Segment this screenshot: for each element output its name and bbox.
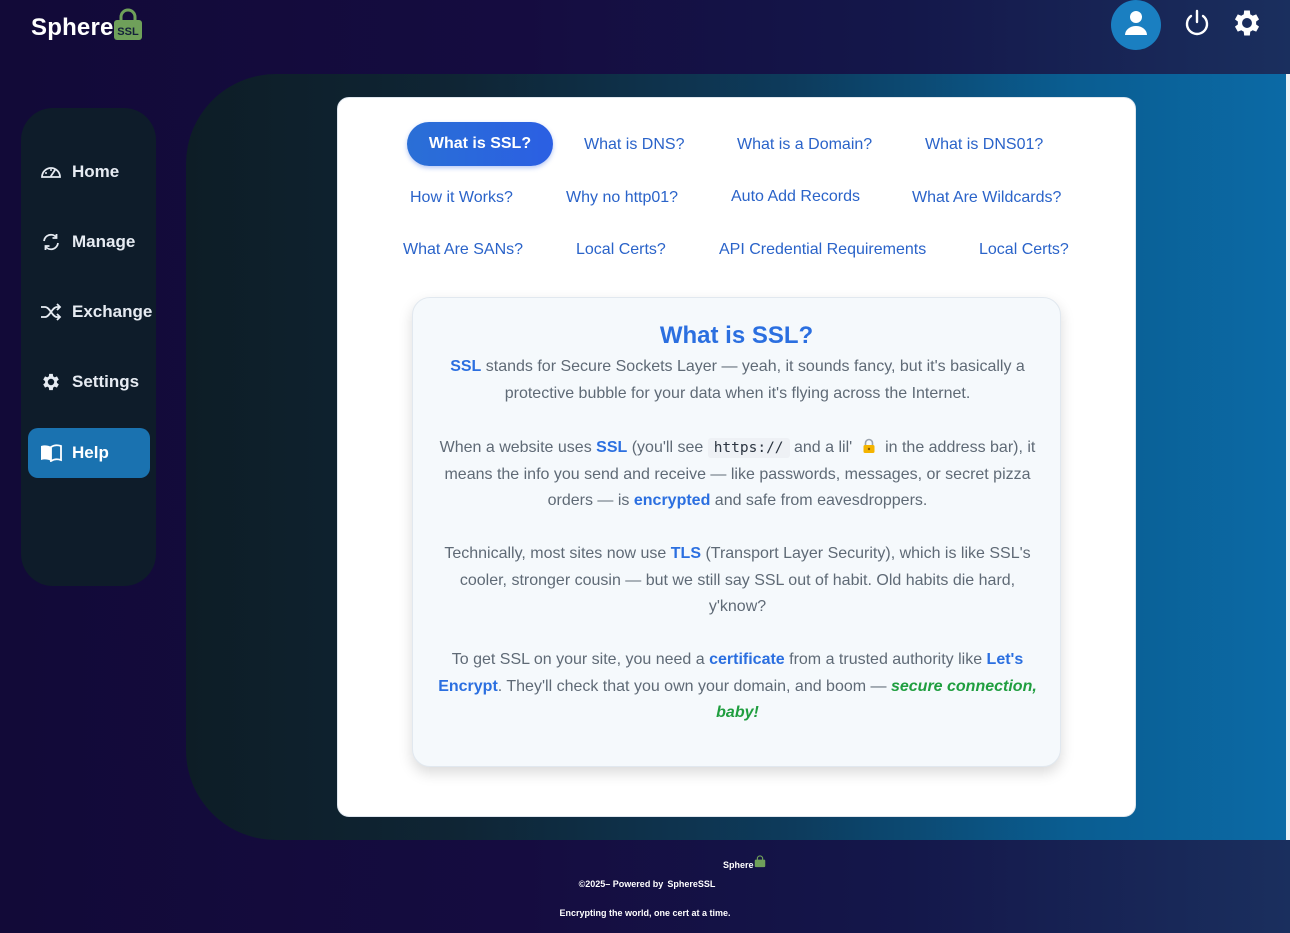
app-logo[interactable]: Sphere SSL xyxy=(31,8,142,40)
tab-why-no-http01[interactable]: Why no http01? xyxy=(566,189,678,207)
sidebar-item-home[interactable]: Home xyxy=(28,147,150,197)
shuffle-icon xyxy=(40,301,62,323)
logo-text: Sphere xyxy=(31,14,114,41)
logo-badge: SSL xyxy=(117,26,139,38)
tab-auto-add-records[interactable]: Auto Add Records xyxy=(731,188,860,206)
tab-api-credential-requirements[interactable]: API Credential Requirements xyxy=(719,241,926,259)
sidebar-item-label: Manage xyxy=(72,232,136,251)
sidebar-item-label: Settings xyxy=(72,372,140,391)
sidebar-item-manage[interactable]: Manage xyxy=(28,217,150,267)
code-https: https:// xyxy=(707,438,790,458)
paragraph-certificate: To get SSL on your site, you need a cert… xyxy=(438,651,1037,721)
logout-button[interactable] xyxy=(1182,8,1212,38)
footer-copyright: ©2025– Powered by SphereSSL xyxy=(578,879,716,889)
paragraph-ssl-usage: When a website uses SSL (you'll see http… xyxy=(439,437,1036,509)
paragraph-ssl-intro: SSL stands for Secure Sockets Layer — ye… xyxy=(450,358,1025,402)
scrollbar-track[interactable] xyxy=(1286,74,1290,840)
user-profile-button[interactable] xyxy=(1111,0,1161,50)
lock-icon: SSL xyxy=(112,8,142,40)
tab-what-are-sans[interactable]: What Are SANs? xyxy=(403,241,523,259)
help-content: What is SSL? SSL stands for Secure Socke… xyxy=(412,297,1061,767)
lock-emoji-icon xyxy=(861,437,877,453)
book-icon xyxy=(40,442,62,464)
help-card: What is SSL? What is DNS? What is a Doma… xyxy=(337,97,1136,817)
user-icon xyxy=(1124,10,1148,41)
header: Sphere SSL xyxy=(0,0,1290,74)
sidebar-item-settings[interactable]: Settings xyxy=(28,357,150,407)
gear-icon xyxy=(1230,10,1264,44)
sidebar-item-label: Home xyxy=(72,162,120,181)
footer-logo: Sphere xyxy=(723,855,766,870)
tab-what-is-dns01[interactable]: What is DNS01? xyxy=(925,136,1043,154)
tab-local-certs-2[interactable]: Local Certs? xyxy=(979,241,1069,259)
tab-how-it-works[interactable]: How it Works? xyxy=(410,189,513,207)
tab-what-is-a-domain[interactable]: What is a Domain? xyxy=(737,136,872,154)
tab-what-are-wildcards[interactable]: What Are Wildcards? xyxy=(912,189,1061,207)
lock-icon xyxy=(754,855,766,870)
paragraph-tls: Technically, most sites now use TLS (Tra… xyxy=(444,545,1031,615)
footer-tagline: Encrypting the world, one cert at a time… xyxy=(559,908,731,918)
refresh-icon xyxy=(40,231,62,253)
tab-local-certs[interactable]: Local Certs? xyxy=(576,241,666,259)
tab-what-is-dns[interactable]: What is DNS? xyxy=(584,136,684,154)
sidebar-item-help[interactable]: Help xyxy=(28,428,150,478)
dashboard-icon xyxy=(40,161,62,183)
power-icon xyxy=(1182,9,1212,42)
tab-what-is-ssl[interactable]: What is SSL? xyxy=(407,122,553,166)
sidebar-item-label: Exchange xyxy=(72,302,153,321)
sidebar-item-exchange[interactable]: Exchange xyxy=(28,287,153,337)
sidebar: Home Manage Exchange Settings Help xyxy=(21,108,156,586)
gear-icon xyxy=(40,371,62,393)
footer-logo-text: Sphere xyxy=(723,860,754,870)
sidebar-item-label: Help xyxy=(72,443,109,462)
settings-button[interactable] xyxy=(1230,6,1264,40)
content-title: What is SSL? xyxy=(659,322,814,349)
